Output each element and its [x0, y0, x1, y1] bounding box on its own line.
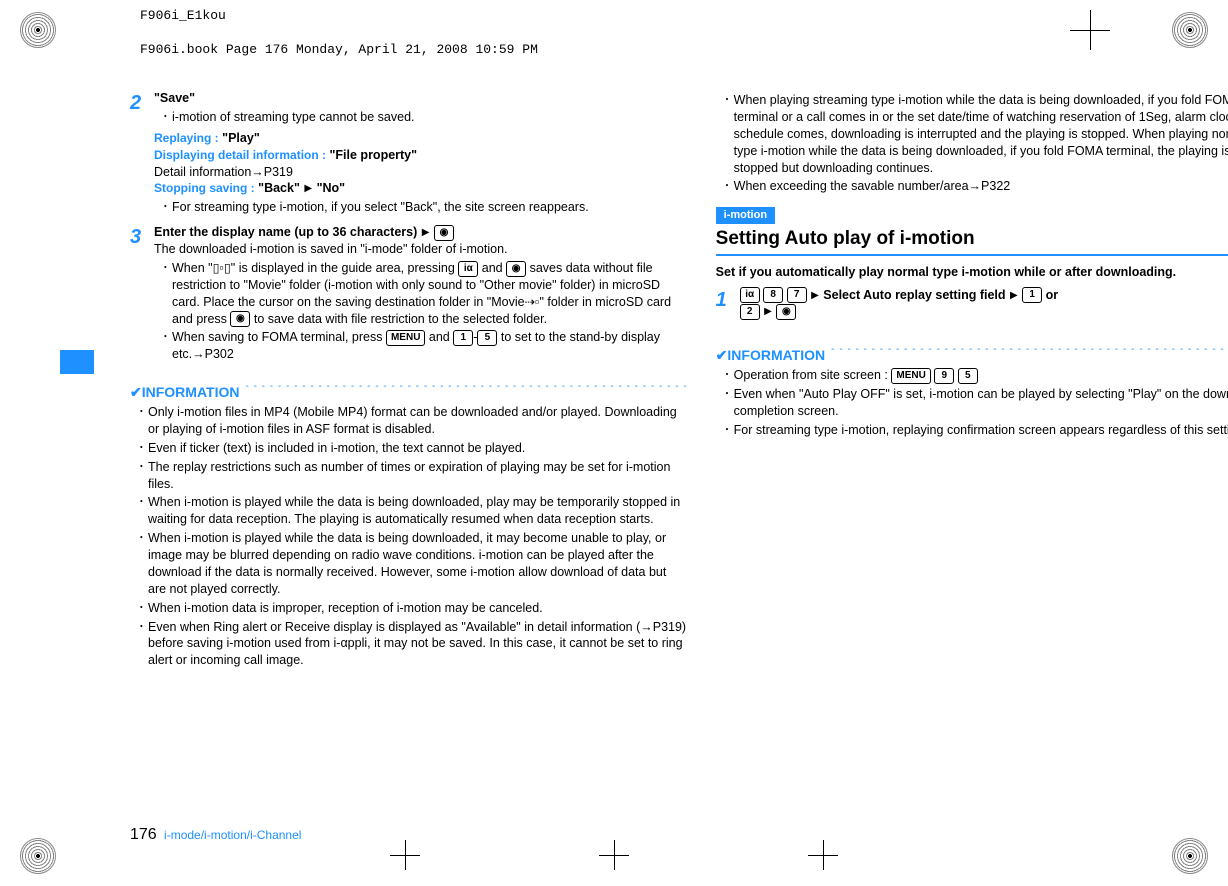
- camera-key-icon: ◉: [230, 311, 250, 327]
- camera-key-icon: ◉: [434, 225, 454, 241]
- step-3-line1: The downloaded i-motion is saved in "i-m…: [154, 241, 688, 258]
- right-info-list: Operation from site screen : MENU 9 5 Ev…: [716, 367, 1228, 439]
- menu-key-icon: MENU: [891, 368, 930, 384]
- list-item: When i-motion is played while the data i…: [148, 530, 688, 598]
- key-9-icon: 9: [934, 368, 954, 384]
- step-3-bullet-2: When saving to FOMA terminal, press MENU…: [172, 329, 688, 363]
- list-item: Even if ticker (text) is included in i-m…: [148, 440, 688, 457]
- list-item: When i-motion data is improper, receptio…: [148, 600, 688, 617]
- registration-mark-tr: [1172, 12, 1208, 48]
- bottom-crop-marks: [300, 840, 928, 880]
- dashed-rule: - - - - - - - - - - - - - - - - - - - - …: [245, 380, 687, 394]
- right-top-list: When playing streaming type i-motion whi…: [716, 92, 1228, 195]
- information-heading: ✔INFORMATION: [130, 383, 239, 402]
- section-lead: Set if you automatically play normal typ…: [716, 264, 1228, 281]
- key-7-icon: 7: [787, 287, 807, 303]
- triangle-icon: ▶: [764, 306, 772, 317]
- list-item: For streaming type i-motion, replaying c…: [734, 422, 1228, 439]
- header-bookline: F906i.book Page 176 Monday, April 21, 20…: [140, 42, 538, 57]
- crop-cross-icon: [808, 840, 838, 870]
- key-1-icon: 1: [453, 330, 473, 346]
- step-1-or: or: [1046, 288, 1059, 302]
- step-1-number: 1: [716, 287, 734, 314]
- crop-cross-top: [1070, 10, 1110, 50]
- list-item: The replay restrictions such as number o…: [148, 459, 688, 493]
- iappli-key-icon: iα: [458, 261, 478, 277]
- step-3-title: Enter the display name (up to 36 charact…: [154, 225, 417, 239]
- list-item: Even when Ring alert or Receive display …: [148, 619, 688, 670]
- header-filename: F906i_E1kou: [140, 8, 226, 23]
- movie-folder-icon: ⇢▫: [525, 295, 540, 309]
- page-footer: 176 i-mode/i-motion/i-Channel: [130, 826, 301, 844]
- guide-icon: ▯▫▯: [213, 261, 231, 275]
- detail-info-label: Displaying detail information :: [154, 148, 326, 162]
- page-number: 176: [130, 826, 157, 843]
- dashed-rule: - - - - - - - - - - - - - - - - - - - - …: [831, 343, 1228, 357]
- iappli-key-icon: iα: [740, 287, 760, 303]
- detail-info-ref: Detail information→P319: [154, 164, 688, 181]
- key-5-icon: 5: [958, 368, 978, 384]
- section-tag: i-motion: [716, 207, 775, 224]
- triangle-icon: ▶: [422, 227, 430, 238]
- stop-saving-value: "Back": [258, 181, 300, 195]
- triangle-icon: ▶: [1010, 290, 1018, 301]
- key-1-icon: 1: [1022, 287, 1042, 303]
- registration-mark-bl: [20, 838, 56, 874]
- left-info-list: Only i-motion files in MP4 (Mobile MP4) …: [130, 404, 688, 669]
- information-heading: ✔INFORMATION: [716, 346, 825, 365]
- step-3-number: 3: [130, 224, 148, 251]
- crop-cross-icon: [390, 840, 420, 870]
- step-2-bullet: i-motion of streaming type cannot be sav…: [172, 109, 688, 126]
- step-2-number: 2: [130, 90, 148, 117]
- step-2-title: "Save": [154, 91, 195, 105]
- footer-section: i-mode/i-motion/i-Channel: [164, 828, 301, 842]
- right-column: When playing streaming type i-motion whi…: [716, 90, 1228, 826]
- camera-key-icon: ◉: [506, 261, 526, 277]
- section-accent-bar: [60, 350, 94, 374]
- replaying-label: Replaying :: [154, 131, 219, 145]
- step-3-bullet-1: When "▯▫▯" is displayed in the guide are…: [172, 260, 688, 328]
- step-1-text: Select Auto replay setting field: [823, 288, 1005, 302]
- list-item: When playing streaming type i-motion whi…: [734, 92, 1228, 176]
- detail-info-value: "File property": [330, 148, 418, 162]
- camera-key-icon: ◉: [776, 304, 796, 320]
- stop-saving-note: For streaming type i-motion, if you sele…: [172, 199, 688, 216]
- crop-cross-icon: [599, 840, 629, 870]
- menu-key-icon: MENU: [386, 330, 425, 346]
- section-title: Setting Auto play of i-motion: [716, 226, 1228, 256]
- list-item: When i-motion is played while the data i…: [148, 494, 688, 528]
- key-8-icon: 8: [763, 287, 783, 303]
- list-item: Only i-motion files in MP4 (Mobile MP4) …: [148, 404, 688, 438]
- key-5-icon: 5: [477, 330, 497, 346]
- list-item: When exceeding the savable number/area→P…: [734, 178, 1228, 195]
- list-item: Operation from site screen : MENU 9 5: [734, 367, 1228, 384]
- stop-saving-value2: "No": [317, 181, 346, 195]
- registration-mark-tl: [20, 12, 56, 48]
- left-column: 2 "Save" i-motion of streaming type cann…: [130, 90, 688, 826]
- key-2-icon: 2: [740, 304, 760, 320]
- list-item: Even when "Auto Play OFF" is set, i-moti…: [734, 386, 1228, 420]
- stop-saving-label: Stopping saving :: [154, 181, 255, 195]
- triangle-icon: ▶: [304, 183, 312, 194]
- replaying-value: "Play": [222, 131, 260, 145]
- triangle-icon: ▶: [811, 290, 819, 301]
- registration-mark-br: [1172, 838, 1208, 874]
